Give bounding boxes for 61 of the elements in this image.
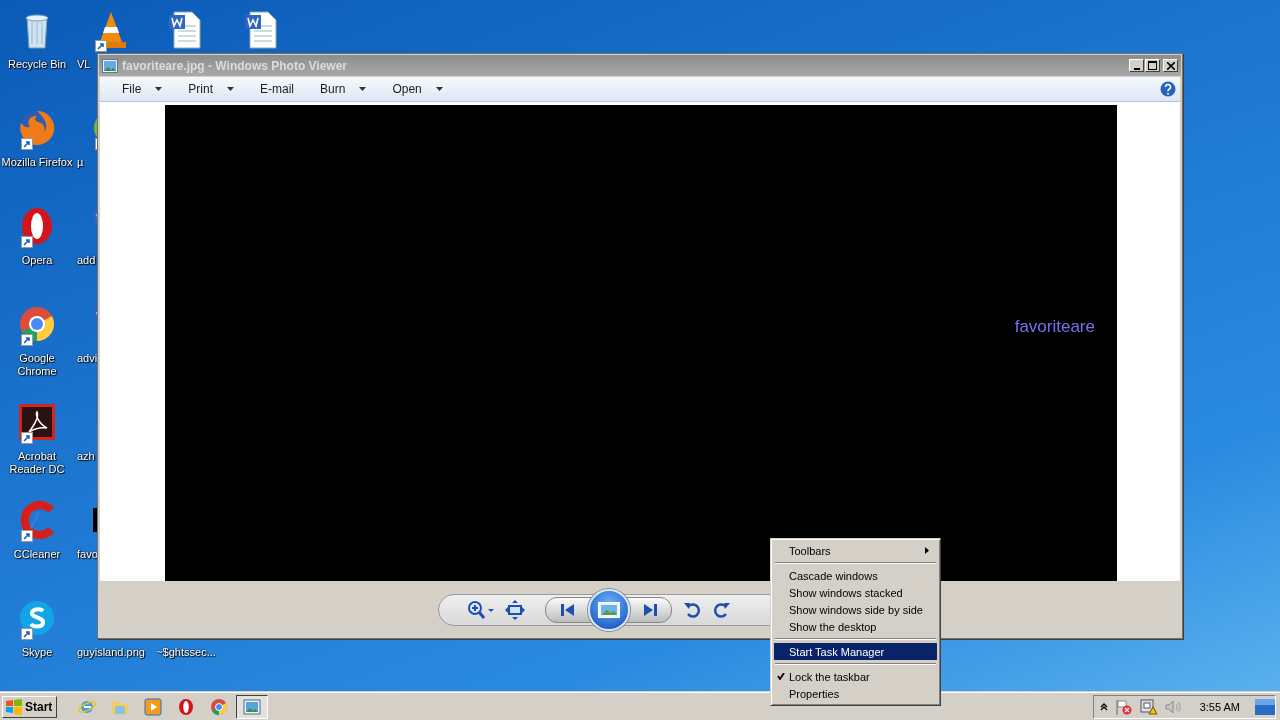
media-player-icon xyxy=(144,697,163,716)
speaker-icon xyxy=(1164,698,1183,715)
image-text: favoriteare xyxy=(1014,317,1095,337)
close-button[interactable] xyxy=(1163,59,1178,72)
window-title: favoriteare.jpg - Windows Photo Viewer xyxy=(122,58,349,73)
desktop-icon-label[interactable]: add xyxy=(77,254,96,267)
photo-icon xyxy=(102,58,118,73)
menu-item[interactable]: Toolbars xyxy=(774,542,937,559)
slideshow-icon xyxy=(598,601,620,618)
toolbar-menu-button[interactable]: Print xyxy=(180,78,243,100)
flag-warning-icon xyxy=(1114,698,1133,715)
desktop-icon-label[interactable]: VL xyxy=(77,58,91,71)
desktop-icon-label[interactable]: ~$ghtssec... xyxy=(149,646,223,659)
fit-window-icon xyxy=(505,599,525,620)
opera-icon xyxy=(177,697,196,716)
slideshow-button[interactable] xyxy=(588,588,630,631)
desktop-icon-label[interactable]: Opera xyxy=(0,254,74,267)
desktop-icon-label[interactable]: Skype xyxy=(0,646,74,659)
desktop-icon-label[interactable]: advi xyxy=(77,352,98,365)
close-icon xyxy=(1166,61,1175,70)
toolbar-menu-button[interactable]: Burn xyxy=(312,78,375,100)
show-desktop-icon xyxy=(1255,697,1275,716)
menu-item[interactable]: Show the desktop xyxy=(774,618,937,635)
start-button[interactable]: Start xyxy=(2,695,58,718)
windows-logo-icon xyxy=(5,698,23,715)
taskbar-button[interactable] xyxy=(236,694,269,719)
clock[interactable]: 3:55 AM xyxy=(1199,700,1240,713)
menu-item[interactable]: Properties xyxy=(774,685,937,702)
menu-item[interactable]: Start Task Manager xyxy=(774,643,937,660)
toolbar-menu-button[interactable]: File xyxy=(114,78,171,100)
desktop-icon-label[interactable]: favo xyxy=(77,548,98,561)
maximize-button[interactable] xyxy=(1145,59,1160,72)
skype-icon xyxy=(17,598,57,638)
zoom-button[interactable] xyxy=(467,599,495,620)
fit-window-button[interactable] xyxy=(505,599,525,620)
chrome-icon xyxy=(17,304,57,344)
zoom-icon xyxy=(467,599,495,620)
desktop-icon-label[interactable]: Mozilla Firefox xyxy=(0,156,74,169)
chrome-icon xyxy=(210,697,229,716)
menu-item[interactable]: Lock the taskbar xyxy=(774,668,937,685)
maximize-icon xyxy=(1148,61,1157,70)
minimize-button[interactable] xyxy=(1129,59,1144,72)
menu-item[interactable]: Show windows stacked xyxy=(774,584,937,601)
menu-item[interactable]: Show windows side by side xyxy=(774,601,937,618)
toolbar-menu-button[interactable]: Open xyxy=(384,78,451,100)
help-icon xyxy=(1160,81,1176,97)
toolbar-menu-button[interactable]: E-mail xyxy=(252,78,303,100)
photo-viewer-icon xyxy=(243,697,262,716)
desktop-icon-label[interactable]: Google Chrome xyxy=(0,352,74,378)
network-warning-icon xyxy=(1139,698,1158,715)
desktop-icon-label[interactable]: µ xyxy=(77,156,84,169)
desktop-icon-label[interactable]: guyisland.png xyxy=(77,646,145,659)
acrobat-icon xyxy=(17,402,57,442)
chevron-up-icon xyxy=(1099,702,1108,711)
desktop-icon-label[interactable]: Recycle Bin xyxy=(0,58,74,71)
desktop-icon-label[interactable]: Acrobat Reader DC xyxy=(0,450,74,476)
minimize-icon xyxy=(1133,67,1140,70)
desktop-icon-label[interactable]: CCleaner xyxy=(0,548,74,561)
firefox-icon xyxy=(17,108,57,148)
menu-item[interactable]: Cascade windows xyxy=(774,567,937,584)
desktop-icon-label[interactable]: azh xyxy=(77,450,95,463)
